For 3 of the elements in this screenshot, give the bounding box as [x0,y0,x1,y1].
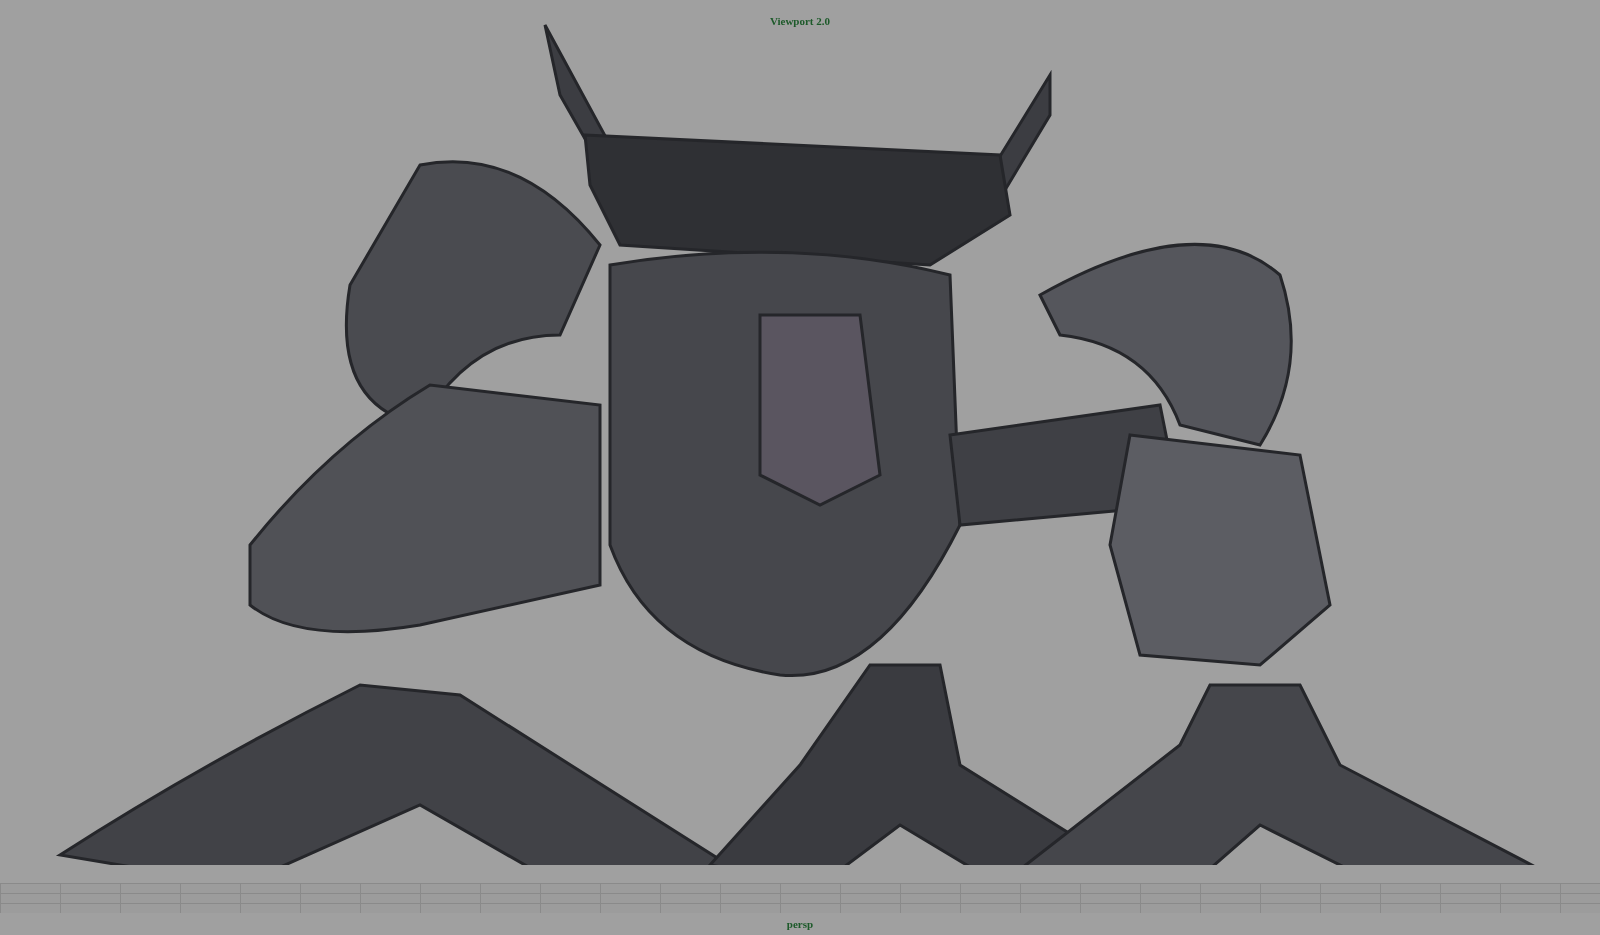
renderer-label: Viewport 2.0 [769,15,831,29]
viewport-panel[interactable]: Viewport 2.0 persp [0,0,1600,935]
camera-label: persp [786,918,814,930]
